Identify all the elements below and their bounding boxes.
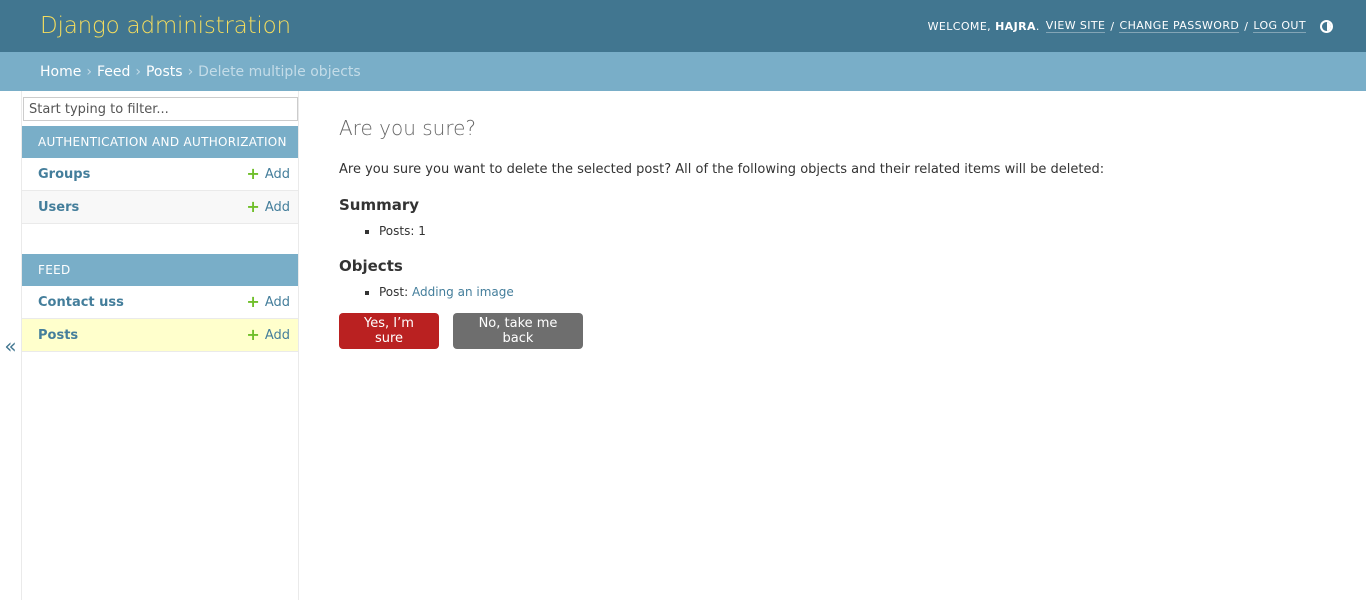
sidebar-item-users-link[interactable]: Users: [38, 200, 79, 215]
breadcrumb-home[interactable]: Home: [40, 64, 81, 80]
sidebar-item-posts: Posts + Add: [22, 319, 298, 352]
cancel-button[interactable]: No, take me back: [453, 313, 583, 349]
add-posts-button[interactable]: + Add: [246, 327, 290, 343]
confirm-actions: Yes, I’m sure No, take me back: [339, 313, 1366, 349]
site-header: Django administration Welcome, hajra. Vi…: [0, 0, 1366, 52]
delete-intro-text: Are you sure you want to delete the sele…: [339, 162, 1105, 177]
theme-toggle-icon[interactable]: [1320, 19, 1333, 33]
site-branding[interactable]: Django administration: [40, 13, 291, 39]
summary-heading: Summary: [339, 196, 420, 214]
sidebar-item-users: Users + Add: [22, 191, 298, 224]
sidebar-item-contact-uss-link[interactable]: Contact uss: [38, 295, 124, 310]
object-prefix: Post:: [379, 285, 409, 299]
toggle-sidebar-button[interactable]: «: [0, 91, 22, 600]
module-caption-auth[interactable]: Authentication and Authorization: [22, 126, 298, 158]
view-site-link[interactable]: View site: [1045, 19, 1106, 33]
object-item: Post: Adding an image: [379, 285, 1366, 299]
breadcrumb-separator: ›: [86, 63, 92, 80]
breadcrumb-current: Delete multiple objects: [198, 63, 361, 80]
double-chevron-left-icon: «: [4, 333, 17, 358]
add-users-button[interactable]: + Add: [246, 199, 290, 215]
module-caption-feed[interactable]: Feed: [22, 254, 298, 286]
object-link[interactable]: Adding an image: [412, 285, 514, 299]
change-password-link[interactable]: Change password: [1119, 19, 1240, 33]
sidebar-item-groups: Groups + Add: [22, 158, 298, 191]
user-tools: Welcome, hajra. View site / Change passw…: [928, 19, 1333, 33]
summary-list: Posts: 1: [339, 224, 1366, 238]
sidebar-item-contact-uss: Contact uss + Add: [22, 286, 298, 319]
welcome-text: Welcome,: [927, 19, 992, 33]
breadcrumb-separator: ›: [135, 63, 141, 80]
breadcrumb-separator: ›: [187, 63, 194, 80]
sidebar-item-groups-link[interactable]: Groups: [38, 167, 90, 182]
confirm-delete-button[interactable]: Yes, I’m sure: [339, 313, 439, 349]
content: Are you sure? Are you sure you want to d…: [339, 91, 1366, 349]
module-feed: Feed Contact uss + Add Posts + Add: [22, 254, 298, 352]
username: hajra: [995, 19, 1036, 33]
add-label: Add: [264, 294, 290, 310]
nav-sidebar: Authentication and Authorization Groups …: [22, 91, 299, 600]
breadcrumb: Home › Feed › Posts › Delete multiple ob…: [0, 52, 1366, 91]
breadcrumb-feed[interactable]: Feed: [97, 64, 130, 80]
nav-filter-input[interactable]: [23, 97, 298, 121]
add-contact-uss-button[interactable]: + Add: [246, 294, 290, 310]
add-label: Add: [264, 327, 290, 343]
plus-icon: +: [246, 292, 260, 311]
add-label: Add: [264, 166, 290, 182]
breadcrumb-posts[interactable]: Posts: [146, 64, 183, 80]
add-label: Add: [264, 199, 290, 215]
module-auth: Authentication and Authorization Groups …: [22, 126, 298, 224]
objects-list: Post: Adding an image: [339, 285, 1366, 299]
log-out-link[interactable]: Log out: [1253, 19, 1306, 33]
summary-item: Posts: 1: [379, 224, 1366, 238]
plus-icon: +: [246, 325, 260, 344]
main-area: « Authentication and Authorization Group…: [0, 91, 1366, 600]
plus-icon: +: [246, 164, 260, 183]
add-groups-button[interactable]: + Add: [246, 166, 290, 182]
plus-icon: +: [246, 197, 260, 216]
sidebar-item-posts-link[interactable]: Posts: [38, 328, 78, 343]
objects-heading: Objects: [339, 257, 403, 275]
page-title: Are you sure?: [339, 116, 477, 140]
